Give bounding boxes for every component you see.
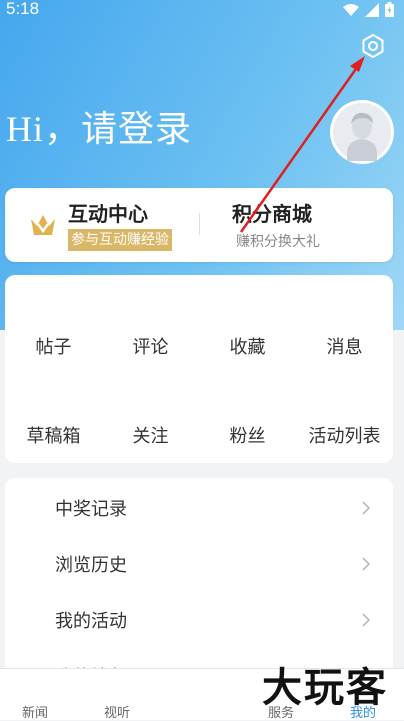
tab-news[interactable]: 新闻 [22,702,48,721]
list-item-label: 我的活动 [55,611,127,632]
signal-icon [365,2,379,17]
site-watermark: 大玩客 [262,665,388,711]
menu-list: 中奖记录 浏览历史 我的活动 我的钱包 [5,478,393,678]
grid-item-messages[interactable]: 消息 [296,333,393,359]
grid-item-posts[interactable]: 帖子 [5,333,102,359]
grid-item-following[interactable]: 关注 [102,422,199,448]
chevron-right-icon [362,501,371,515]
list-item-prize-records[interactable]: 中奖记录 [5,480,393,536]
grid-item-comments[interactable]: 评论 [102,333,199,359]
status-time: 5:18 [6,0,40,18]
avatar[interactable] [330,100,394,164]
shortcut-grid: 帖子 评论 收藏 消息 草稿箱 关注 粉丝 活动列表 [5,275,393,463]
grid-item-drafts[interactable]: 草稿箱 [5,422,102,448]
crown-icon [31,215,55,235]
card-divider [199,213,200,235]
chevron-right-icon [362,557,371,571]
points-mall-title[interactable]: 积分商城 [232,198,312,227]
points-mall-subtitle: 赚积分换大礼 [236,234,320,250]
list-item-label: 浏览历史 [55,555,127,576]
interaction-center-badge: 参与互动赚经验 [68,229,172,251]
grid-item-fans[interactable]: 粉丝 [199,422,296,448]
default-avatar-icon [333,103,391,161]
status-icons [343,2,394,17]
settings-gear-icon[interactable] [360,33,386,59]
interaction-center-title[interactable]: 互动中心 [68,198,148,227]
list-item-my-activities[interactable]: 我的活动 [5,592,393,648]
tab-media[interactable]: 视听 [104,702,130,721]
list-item-label: 中奖记录 [55,499,127,520]
wifi-icon [343,3,359,16]
grid-item-activity-list[interactable]: 活动列表 [296,422,393,448]
status-bar: 5:18 [0,0,404,22]
grid-item-favorites[interactable]: 收藏 [199,333,296,359]
battery-icon [385,2,394,17]
login-prompt[interactable]: Hi，请登录 [6,100,192,152]
list-item-browse-history[interactable]: 浏览历史 [5,536,393,592]
chevron-right-icon [362,613,371,627]
